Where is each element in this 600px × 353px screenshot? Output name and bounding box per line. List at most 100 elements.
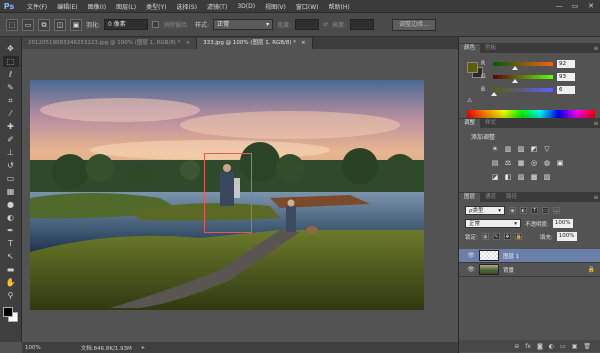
move-tool-icon[interactable]: ✥	[3, 43, 19, 54]
new-group-icon[interactable]: ▭	[560, 343, 566, 350]
vibrance-icon[interactable]: ▽	[543, 145, 551, 153]
lock-pixels-icon[interactable]: ✎	[492, 233, 500, 240]
tab-document-1[interactable]: 20120519083346253223.jpg @ 100% (图层 1, R…	[22, 38, 198, 49]
layer-style-icon[interactable]: fx	[525, 343, 531, 350]
lock-transparent-icon[interactable]: ▦	[481, 233, 489, 240]
selective-color-icon[interactable]: ▨	[543, 173, 551, 181]
eraser-tool-icon[interactable]: ▭	[3, 173, 19, 184]
delete-layer-icon[interactable]: 🗑	[583, 343, 591, 350]
dodge-tool-icon[interactable]: ◐	[3, 212, 19, 223]
path-select-tool-icon[interactable]: ↖	[3, 251, 19, 262]
red-slider-knob[interactable]	[511, 65, 518, 70]
hand-tool-icon[interactable]: ✋	[3, 277, 19, 288]
menu-type[interactable]: 类型(Y)	[141, 2, 171, 11]
minimize-button[interactable]: —	[552, 1, 566, 11]
status-arrow-icon[interactable]: ▸	[142, 344, 145, 351]
color-lookup-icon[interactable]: ▣	[556, 159, 564, 167]
filter-smart-icon[interactable]: ▤	[553, 207, 560, 214]
visibility-eye-icon[interactable]: 👁	[467, 252, 475, 259]
lasso-tool-icon[interactable]: ℓ	[3, 69, 19, 80]
filter-type-icon[interactable]: T	[531, 207, 538, 214]
feather-input[interactable]: 0 像素	[104, 19, 149, 30]
menu-filter[interactable]: 滤镜(T)	[202, 2, 232, 11]
pen-tool-icon[interactable]: ✒	[3, 225, 19, 236]
subtract-selection-icon[interactable]: ◫	[54, 18, 66, 31]
swap-icon[interactable]: ⇄	[323, 21, 328, 28]
height-input[interactable]	[350, 19, 375, 30]
layer-filter-select[interactable]: ρ类型 ▾	[465, 206, 505, 215]
close-icon[interactable]: ×	[301, 38, 306, 49]
menu-view[interactable]: 视图(V)	[260, 2, 291, 11]
intersect-selection-icon[interactable]: ▣	[70, 18, 82, 31]
fill-input[interactable]: 100%	[556, 232, 577, 241]
menu-window[interactable]: 窗口(W)	[291, 2, 324, 11]
green-slider-knob[interactable]	[511, 78, 518, 83]
channel-mixer-icon[interactable]: ◍	[543, 159, 551, 167]
adjustment-layer-icon[interactable]: ◐	[549, 343, 554, 350]
gradient-map-icon[interactable]: ▩	[530, 173, 538, 181]
type-tool-icon[interactable]: T	[3, 238, 19, 249]
clone-stamp-tool-icon[interactable]: ⊥	[3, 147, 19, 158]
lock-position-icon[interactable]: ✥	[503, 233, 511, 240]
levels-icon[interactable]: ▥	[504, 145, 512, 153]
menu-help[interactable]: 帮助(H)	[324, 2, 355, 11]
close-icon[interactable]: ×	[185, 38, 190, 49]
blue-value-input[interactable]: 6	[557, 85, 575, 94]
eyedropper-tool-icon[interactable]: ⁄	[3, 108, 19, 119]
filter-shape-icon[interactable]: ▭	[542, 207, 549, 214]
marquee-tool-icon[interactable]: ⬚	[2, 56, 19, 67]
red-slider[interactable]	[493, 61, 553, 70]
exposure-icon[interactable]: ◩	[530, 145, 538, 153]
black-white-icon[interactable]: ▦	[517, 159, 525, 167]
green-value-input[interactable]: 93	[557, 72, 575, 81]
healing-tool-icon[interactable]: ✚	[3, 121, 19, 132]
hue-saturation-icon[interactable]: ▤	[491, 159, 499, 167]
width-input[interactable]	[295, 19, 320, 30]
layer-row-background[interactable]: 👁 背景 🔒	[459, 263, 600, 277]
foreground-color-chip[interactable]	[467, 62, 478, 73]
refine-edge-button[interactable]: 调整边缘...	[392, 18, 436, 31]
posterize-icon[interactable]: ◧	[504, 173, 512, 181]
lock-all-icon[interactable]: 🔒	[514, 233, 522, 240]
green-slider[interactable]	[493, 74, 553, 83]
quick-select-tool-icon[interactable]: ✎	[3, 82, 19, 93]
marquee-preset-icon[interactable]: ⬚	[6, 18, 18, 31]
blue-slider[interactable]	[491, 87, 553, 96]
shape-tool-icon[interactable]: ▬	[3, 264, 19, 275]
zoom-level[interactable]: 100%	[25, 345, 41, 351]
blend-mode-select[interactable]: 正常 ▾	[465, 219, 521, 228]
invert-icon[interactable]: ◪	[491, 173, 499, 181]
history-brush-tool-icon[interactable]: ↺	[3, 160, 19, 171]
curves-icon[interactable]: ▨	[517, 145, 525, 153]
antialias-checkbox[interactable]	[152, 21, 160, 28]
foreground-swatch[interactable]	[2, 307, 13, 317]
filter-pixel-icon[interactable]: ▣	[509, 207, 516, 214]
close-button[interactable]: ✕	[584, 1, 598, 11]
color-balance-icon[interactable]: ⚖	[504, 159, 512, 167]
filter-adjust-icon[interactable]: ◐	[520, 207, 527, 214]
menu-layer[interactable]: 图层(L)	[111, 2, 141, 11]
layer-row-layer1[interactable]: 👁 图层 1	[459, 249, 600, 263]
menu-file[interactable]: 文件(F)	[22, 2, 52, 11]
add-selection-icon[interactable]: ⧉	[38, 18, 50, 31]
tab-document-2[interactable]: 333.jpg @ 100% (图层 1, RGB/8) * ×	[197, 38, 313, 49]
warning-icon[interactable]: ⚠	[467, 97, 472, 104]
color-swatches[interactable]	[2, 307, 19, 323]
menu-image[interactable]: 图像(I)	[83, 2, 111, 11]
blue-slider-knob[interactable]	[491, 91, 498, 96]
zoom-tool-icon[interactable]: ⚲	[3, 290, 19, 301]
menu-select[interactable]: 选择(S)	[171, 2, 202, 11]
menu-edit[interactable]: 编辑(E)	[52, 2, 82, 11]
crop-tool-icon[interactable]: ⌗	[3, 95, 19, 106]
brush-tool-icon[interactable]: ✐	[3, 134, 19, 145]
maximize-button[interactable]: ▭	[568, 1, 582, 11]
layer-mask-icon[interactable]: ◙	[537, 343, 543, 350]
visibility-eye-icon[interactable]: 👁	[467, 266, 475, 273]
blur-tool-icon[interactable]: ●	[3, 199, 19, 210]
link-layers-icon[interactable]: ⊖	[514, 343, 519, 350]
brightness-icon[interactable]: ☀	[491, 145, 499, 153]
new-selection-icon[interactable]: ▭	[22, 18, 34, 31]
selection-marquee[interactable]	[204, 153, 252, 233]
menu-3d[interactable]: 3D(D)	[232, 3, 260, 10]
red-value-input[interactable]: 92	[557, 59, 575, 68]
